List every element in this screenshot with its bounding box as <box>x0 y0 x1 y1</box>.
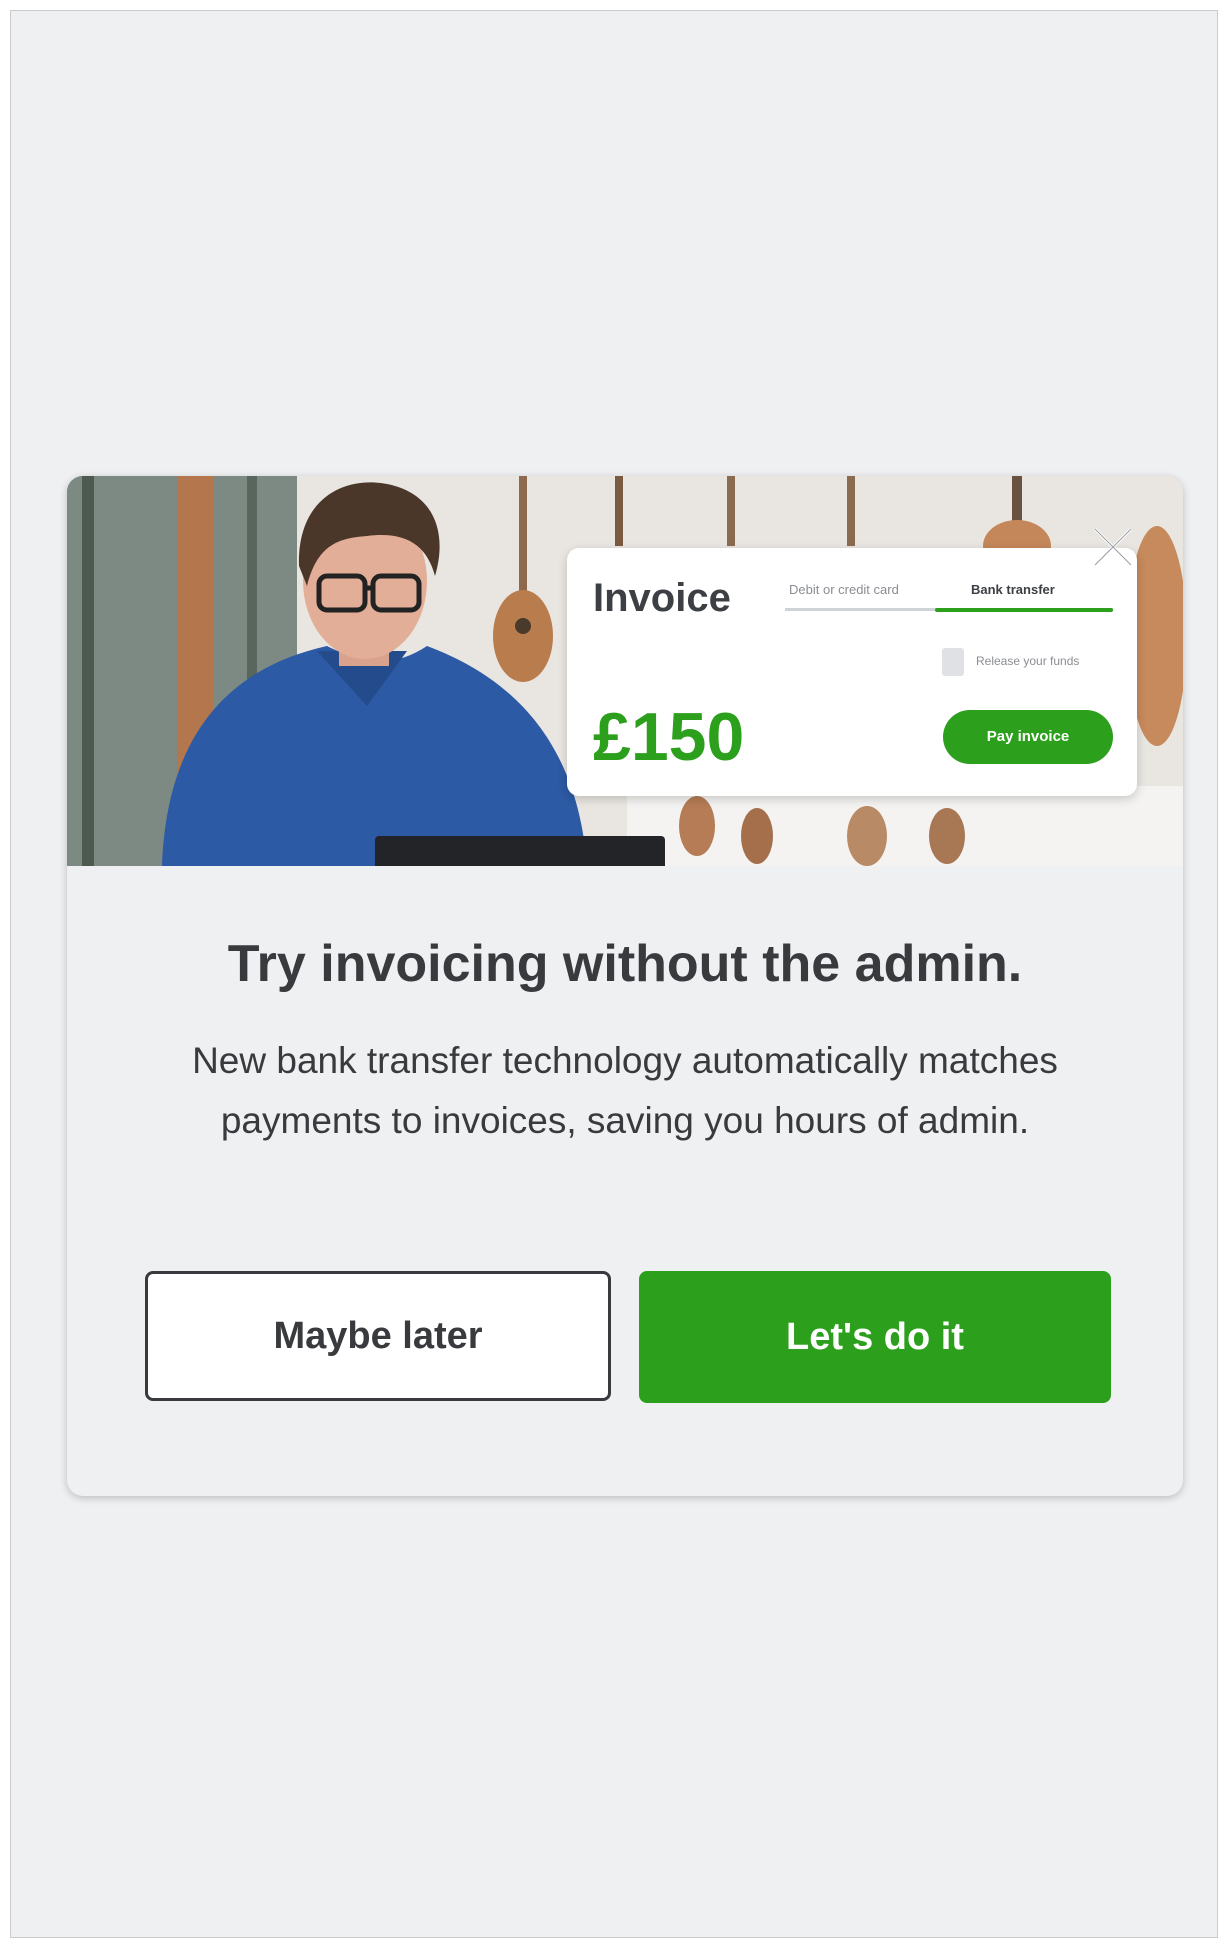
invoice-amount: £150 <box>593 699 745 775</box>
hero-image: Invoice Debit or credit card Bank transf… <box>67 476 1183 866</box>
lets-do-it-button[interactable]: Let's do it <box>639 1271 1111 1403</box>
maybe-later-button[interactable]: Maybe later <box>145 1271 611 1401</box>
invoice-title: Invoice <box>593 576 731 620</box>
tab-bank-transfer: Bank transfer <box>971 582 1055 597</box>
app-screen: Invoice Debit or credit card Bank transf… <box>10 10 1218 1938</box>
active-tab-indicator <box>935 608 1113 612</box>
pay-invoice-button: Pay invoice <box>943 710 1113 764</box>
release-funds-text: Release your funds <box>976 654 1080 668</box>
release-funds-row: Release your funds <box>942 648 1112 678</box>
dialog-body: New bank transfer technology automatical… <box>192 1040 1058 1141</box>
invoice-preview-card: Invoice Debit or credit card Bank transf… <box>567 548 1137 796</box>
payment-method-tabs: Debit or credit card Bank transfer <box>785 582 1113 612</box>
close-icon[interactable] <box>1087 521 1139 573</box>
promo-dialog: Invoice Debit or credit card Bank transf… <box>67 476 1183 1496</box>
tab-card: Debit or credit card <box>789 582 899 597</box>
document-icon <box>942 648 964 676</box>
dialog-headline: Try invoicing without the admin. <box>227 935 1023 993</box>
